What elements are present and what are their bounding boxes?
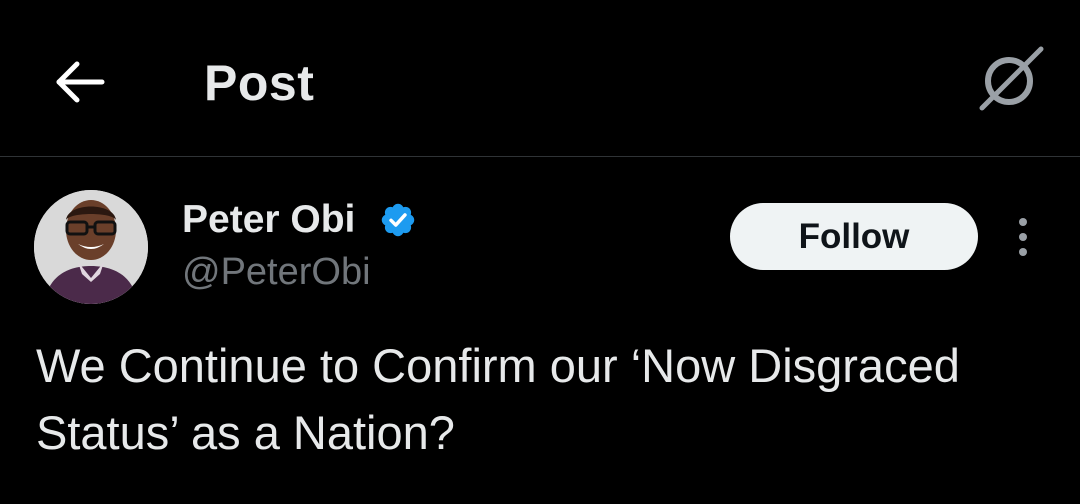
- post-text: We Continue to Confirm our ‘Now Disgrace…: [36, 339, 960, 459]
- avatar[interactable]: [34, 190, 148, 304]
- back-button[interactable]: [50, 52, 110, 112]
- top-bar: Post: [0, 0, 1080, 157]
- grok-button[interactable]: [974, 44, 1046, 116]
- profile-photo: [34, 190, 148, 304]
- author-handle[interactable]: @PeterObi: [182, 248, 371, 296]
- page-title: Post: [204, 55, 315, 111]
- arrow-left-icon: [56, 61, 105, 103]
- verified-badge: [379, 201, 417, 239]
- author-name[interactable]: Peter Obi: [182, 196, 355, 244]
- grok-icon: [979, 46, 1044, 111]
- verified-badge-icon: [381, 203, 415, 237]
- more-vertical-icon: [1019, 218, 1027, 256]
- more-options-button[interactable]: [1006, 212, 1040, 262]
- follow-button[interactable]: Follow: [730, 203, 978, 270]
